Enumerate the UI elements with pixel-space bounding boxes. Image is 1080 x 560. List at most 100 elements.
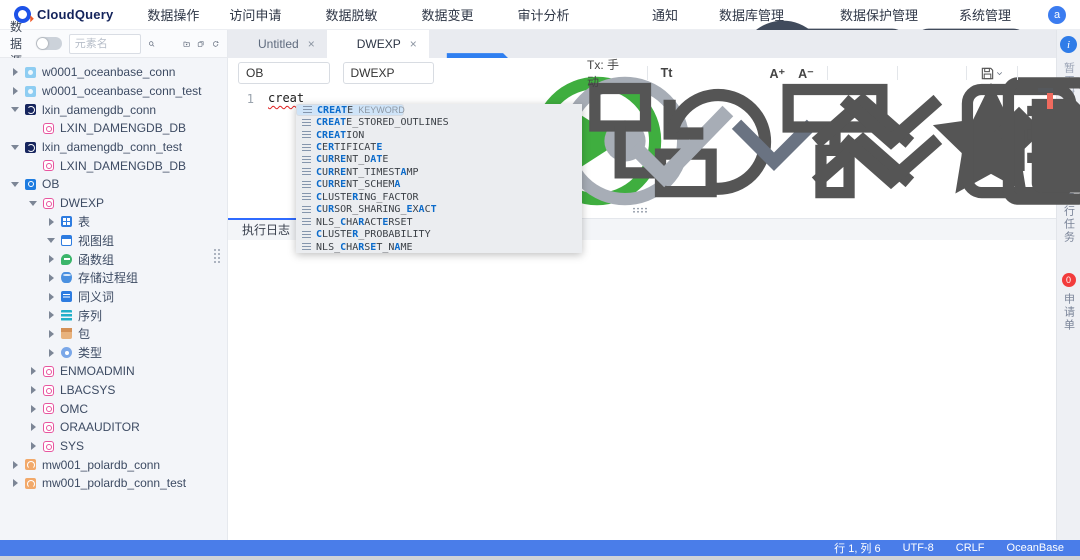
execution-plan-button[interactable] xyxy=(503,66,518,81)
autocomplete-item[interactable]: NLS_CHARACTERSET xyxy=(296,216,582,228)
tree-expand-arrow[interactable] xyxy=(10,68,20,76)
autocomplete-item[interactable]: CURRENT_SCHEMA xyxy=(296,179,582,191)
tx-mode-select[interactable]: Tx: 手动 xyxy=(587,56,634,90)
tree-item[interactable]: mw001_polardb_conn xyxy=(0,455,227,474)
schema-select[interactable]: DWEXP xyxy=(343,62,435,84)
tree-expand-arrow[interactable] xyxy=(46,293,56,301)
beautify-button[interactable] xyxy=(685,66,700,81)
open-file-button[interactable] xyxy=(938,66,953,81)
encoding[interactable]: UTF-8 xyxy=(903,542,934,554)
user-avatar[interactable]: a xyxy=(1048,6,1066,24)
tree-item[interactable]: LBACSYS xyxy=(0,381,227,400)
tree-item[interactable]: w0001_oceanbase_conn xyxy=(0,63,227,82)
format-sql-button[interactable]: Tt xyxy=(661,66,673,80)
autocomplete-item[interactable]: CLUSTERING_FACTOR xyxy=(296,191,582,203)
tree-collapse-arrow[interactable] xyxy=(46,238,56,243)
run-button[interactable] xyxy=(447,66,462,81)
tree-expand-arrow[interactable] xyxy=(28,405,38,413)
tree-item[interactable]: 视图组 xyxy=(0,231,227,250)
tree-expand-arrow[interactable] xyxy=(28,367,38,375)
nav-right-item-2[interactable]: 数据库管理 xyxy=(700,5,799,24)
font-increase-button[interactable]: A⁺ xyxy=(769,66,785,81)
tree-expand-arrow[interactable] xyxy=(10,461,20,469)
autocomplete-item[interactable]: NLS_CHARSET_NAME xyxy=(296,241,582,253)
tree-expand-arrow[interactable] xyxy=(28,423,38,431)
rollback-button[interactable] xyxy=(559,66,574,81)
tree-expand-arrow[interactable] xyxy=(46,349,56,357)
tree-expand-arrow[interactable] xyxy=(28,442,38,450)
tree-item[interactable]: ORAAUDITOR xyxy=(0,418,227,437)
save-snippet-button[interactable] xyxy=(869,66,884,81)
tree-expand-arrow[interactable] xyxy=(10,479,20,487)
tree-item[interactable]: lxin_damengdb_conn_test xyxy=(0,138,227,157)
help-info-button[interactable]: i xyxy=(1060,36,1077,53)
autocomplete-item[interactable]: CURSOR_SHARING_EXACT xyxy=(296,204,582,216)
tree-item[interactable]: mw001_polardb_conn_test xyxy=(0,474,227,493)
sql-file-button[interactable] xyxy=(910,66,925,81)
fullscreen-icon[interactable] xyxy=(1026,38,1039,51)
cursor-position[interactable]: 行 1, 列 6 xyxy=(834,540,880,556)
tree-item[interactable]: DWEXP xyxy=(0,194,227,213)
tab-close-icon[interactable]: × xyxy=(410,37,417,51)
tree-item[interactable]: 表 xyxy=(0,213,227,232)
autocomplete-item[interactable]: CREATION xyxy=(296,129,582,141)
tree-collapse-arrow[interactable] xyxy=(28,201,38,206)
tab-close-icon[interactable]: × xyxy=(308,37,315,51)
tree-item[interactable]: LXIN_DAMENGDB_DB xyxy=(0,119,227,138)
tree-item[interactable]: w0001_oceanbase_conn_test xyxy=(0,82,227,101)
tree-item[interactable]: ENMOADMIN xyxy=(0,362,227,381)
stop-button[interactable] xyxy=(475,66,490,81)
save-button[interactable] xyxy=(980,66,1004,81)
nav-right-item-4[interactable]: 系统管理 xyxy=(940,5,1026,24)
nav-item-2[interactable]: 访问申请 xyxy=(229,5,295,24)
tree-collapse-arrow[interactable] xyxy=(10,182,20,187)
tree-item[interactable]: SYS xyxy=(0,437,227,456)
tree-item[interactable]: LXIN_DAMENGDB_DB xyxy=(0,156,227,175)
console-button[interactable] xyxy=(1031,66,1046,81)
tree-item[interactable]: 类型 xyxy=(0,343,227,362)
nav-right-item-3[interactable]: 数据保护管理 xyxy=(821,5,918,24)
tab-execution-log[interactable]: 执行日志 xyxy=(242,221,290,238)
nav-item-1[interactable]: 数据操作 xyxy=(147,5,199,24)
collapse-all-icon[interactable] xyxy=(197,37,204,51)
font-decrease-button[interactable]: A⁻ xyxy=(798,66,814,81)
refresh-icon[interactable] xyxy=(212,37,219,51)
log-fullscreen-icon[interactable] xyxy=(1030,224,1042,236)
nav-item-5[interactable]: 审计分析 xyxy=(517,5,583,24)
tree-expand-arrow[interactable] xyxy=(10,87,20,95)
tree-item[interactable]: OB xyxy=(0,175,227,194)
syntax-check-button[interactable] xyxy=(531,66,546,81)
nav-item-4[interactable]: 数据变更 xyxy=(421,5,487,24)
autocomplete-item[interactable]: CLUSTER_PROBABILITY xyxy=(296,228,582,240)
tree-expand-arrow[interactable] xyxy=(28,386,38,394)
nav-right-item-1[interactable]: 通知 xyxy=(633,5,678,24)
tree-item[interactable]: lxin_damengdb_conn xyxy=(0,100,227,119)
element-name-toggle[interactable] xyxy=(36,37,62,50)
collapse-code-button[interactable] xyxy=(713,66,728,81)
tree-item[interactable]: 包 xyxy=(0,325,227,344)
doc-search-icon[interactable] xyxy=(162,37,176,51)
split-handle[interactable] xyxy=(632,207,648,213)
tree-collapse-arrow[interactable] xyxy=(10,107,20,112)
tree-item[interactable]: 存储过程组 xyxy=(0,269,227,288)
tree-collapse-arrow[interactable] xyxy=(10,145,20,150)
brand[interactable]: CloudQuery xyxy=(14,6,113,23)
autocomplete-item[interactable]: CURRENT_TIMESTAMP xyxy=(296,166,582,178)
tree-expand-arrow[interactable] xyxy=(46,330,56,338)
nav-item-3[interactable]: 数据脱敏 xyxy=(325,5,391,24)
tree-expand-arrow[interactable] xyxy=(46,274,56,282)
tree-expand-arrow[interactable] xyxy=(46,255,56,263)
tree-item[interactable]: 函数组 xyxy=(0,250,227,269)
new-folder-icon[interactable] xyxy=(183,37,190,51)
expand-code-button[interactable] xyxy=(741,66,756,81)
sql-dialect[interactable]: OceanBase xyxy=(1007,542,1064,554)
sidebar-resize-handle[interactable] xyxy=(213,248,221,264)
tab-untitled[interactable]: Untitled× xyxy=(228,30,327,58)
tab-dwexp[interactable]: DWEXP× xyxy=(327,30,429,58)
search-icon[interactable] xyxy=(148,37,155,51)
autocomplete-item[interactable]: CREATEKEYWORD xyxy=(296,104,404,116)
tree-item[interactable]: OMC xyxy=(0,399,227,418)
connection-select[interactable]: OB xyxy=(238,62,330,84)
tree-expand-arrow[interactable] xyxy=(46,218,56,226)
element-name-input[interactable] xyxy=(69,34,141,54)
